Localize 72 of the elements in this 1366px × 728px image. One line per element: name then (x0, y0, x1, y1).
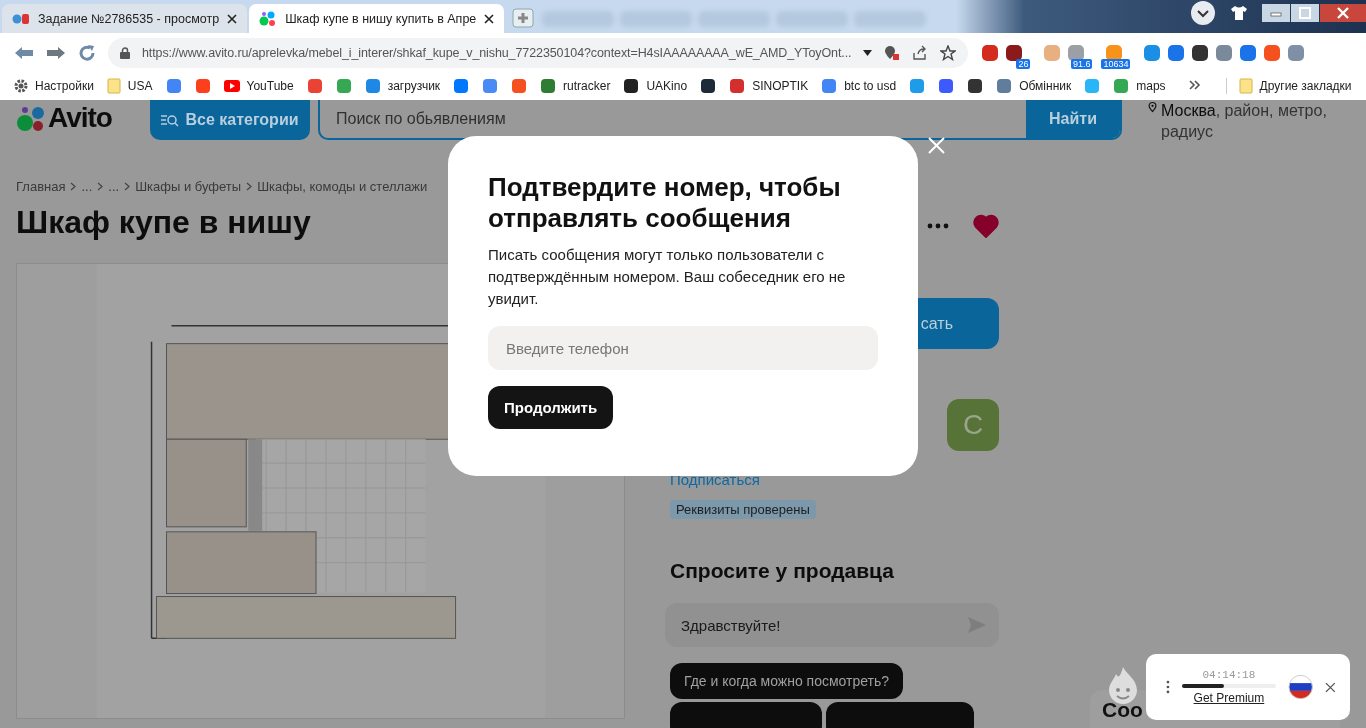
breadcrumb-link[interactable]: ... (108, 179, 120, 194)
gear-icon (14, 79, 28, 93)
back-icon[interactable] (14, 45, 34, 60)
share-icon[interactable] (912, 44, 929, 61)
play-icon (223, 80, 240, 92)
browser-tab[interactable]: Задание №2786535 - просмотр (2, 4, 248, 33)
bookmark[interactable]: SINOPTIK (729, 78, 809, 94)
site-icon[interactable] (967, 78, 984, 94)
breadcrumb-link[interactable]: Шкафы, комоды и стеллажи (257, 179, 428, 194)
timer-text: 04:14:18 (1202, 669, 1256, 681)
search-button[interactable]: Найти (1026, 100, 1120, 138)
chevron-icon (97, 182, 104, 191)
location-link[interactable]: Москва, район, метро, радиус (1161, 100, 1328, 142)
bookmark[interactable]: USA (106, 78, 153, 94)
question-chip[interactable]: Где и когда можно посмотреть? (670, 663, 904, 699)
listing-title: Шкаф купе в нишу (16, 204, 311, 241)
card-heading: Соо (1102, 698, 1143, 721)
close-icon[interactable] (227, 13, 238, 24)
browser-tab[interactable]: Шкаф купе в нишу купить в Апре (249, 4, 505, 33)
folder-icon (1238, 78, 1253, 94)
bookmark[interactable]: Обмінник (996, 78, 1072, 94)
breadcrumb-link[interactable]: ... (81, 179, 93, 194)
dialog-title: Подтвердите номер, чтобы отправлять сообщения (488, 172, 842, 234)
bookmark[interactable]: YouTube (223, 79, 294, 93)
close-icon[interactable] (1325, 681, 1336, 693)
continue-button[interactable]: Продолжить (488, 386, 614, 429)
premium-link[interactable]: Get Premium (1193, 691, 1265, 705)
dots-logo-icon (259, 9, 278, 28)
count-badge: 91.6 (1070, 58, 1093, 69)
bookmark[interactable]: UAKino (623, 78, 688, 94)
breadcrumb-link[interactable]: Шкафы и буфеты (135, 179, 242, 194)
extension-icon[interactable] (1190, 43, 1211, 62)
shirt-icon[interactable] (1230, 5, 1248, 21)
address-bar[interactable]: https://www.avito.ru/aprelevka/mebel_i_interer/shkaf_kupe_v_nishu_7722350104?context=H4sIAAAAAAAA_wE_AMD_YToyOnt... (108, 37, 969, 68)
tab-search-icon[interactable] (1190, 0, 1216, 26)
dialog-text: Писать сообщения могут только пользователи с подтверждённым номером. Ваш собеседник его не увидит. (488, 245, 847, 309)
chevron-icon (70, 182, 77, 191)
new-tab-icon[interactable] (512, 8, 535, 28)
location-blocked-icon[interactable] (884, 44, 901, 61)
bookmark[interactable]: Настройки (14, 79, 94, 93)
categories-button[interactable]: Все категории (150, 100, 310, 140)
breadcrumb-link[interactable]: Главная (16, 179, 66, 194)
bookmark-folder[interactable]: Другие закладки (1225, 78, 1352, 94)
search-field[interactable]: Поиск по обьявлениям Найти (318, 100, 1122, 140)
bookmark[interactable]: btc to usd (821, 78, 897, 94)
flag-icon[interactable] (1287, 674, 1314, 700)
heart-icon[interactable] (973, 214, 999, 238)
kebab-icon[interactable] (1166, 680, 1170, 694)
section-heading: Спросите у продавца (670, 559, 894, 583)
close-icon[interactable] (484, 13, 495, 24)
lock-icon (120, 46, 130, 59)
reload-icon[interactable] (78, 43, 96, 62)
chevron-icon (124, 182, 131, 191)
forward-icon[interactable] (46, 45, 66, 60)
count-badge: 26 (1016, 58, 1031, 69)
chevron-icon (246, 182, 253, 191)
more-icon[interactable] (927, 223, 949, 229)
phone-field[interactable]: Введите телефон (488, 326, 878, 370)
logo-text[interactable]: Avito (48, 102, 112, 134)
folder-icon (106, 78, 121, 94)
bookmark[interactable]: rutracker (540, 78, 611, 94)
message-field[interactable]: Здравствуйте! (665, 603, 999, 647)
search-icon (161, 113, 180, 127)
verified-badge: Реквизиты проверены (670, 500, 816, 519)
bookmark[interactable]: загрузчик (364, 78, 441, 94)
pin-icon (1148, 100, 1157, 114)
extension-icon[interactable] (1004, 43, 1025, 62)
site-icon[interactable] (700, 78, 717, 94)
count-badge: 10634 (1101, 58, 1131, 69)
caret-icon[interactable] (863, 49, 873, 56)
star-icon[interactable] (940, 44, 957, 61)
bookmark[interactable]: maps (1113, 78, 1166, 94)
